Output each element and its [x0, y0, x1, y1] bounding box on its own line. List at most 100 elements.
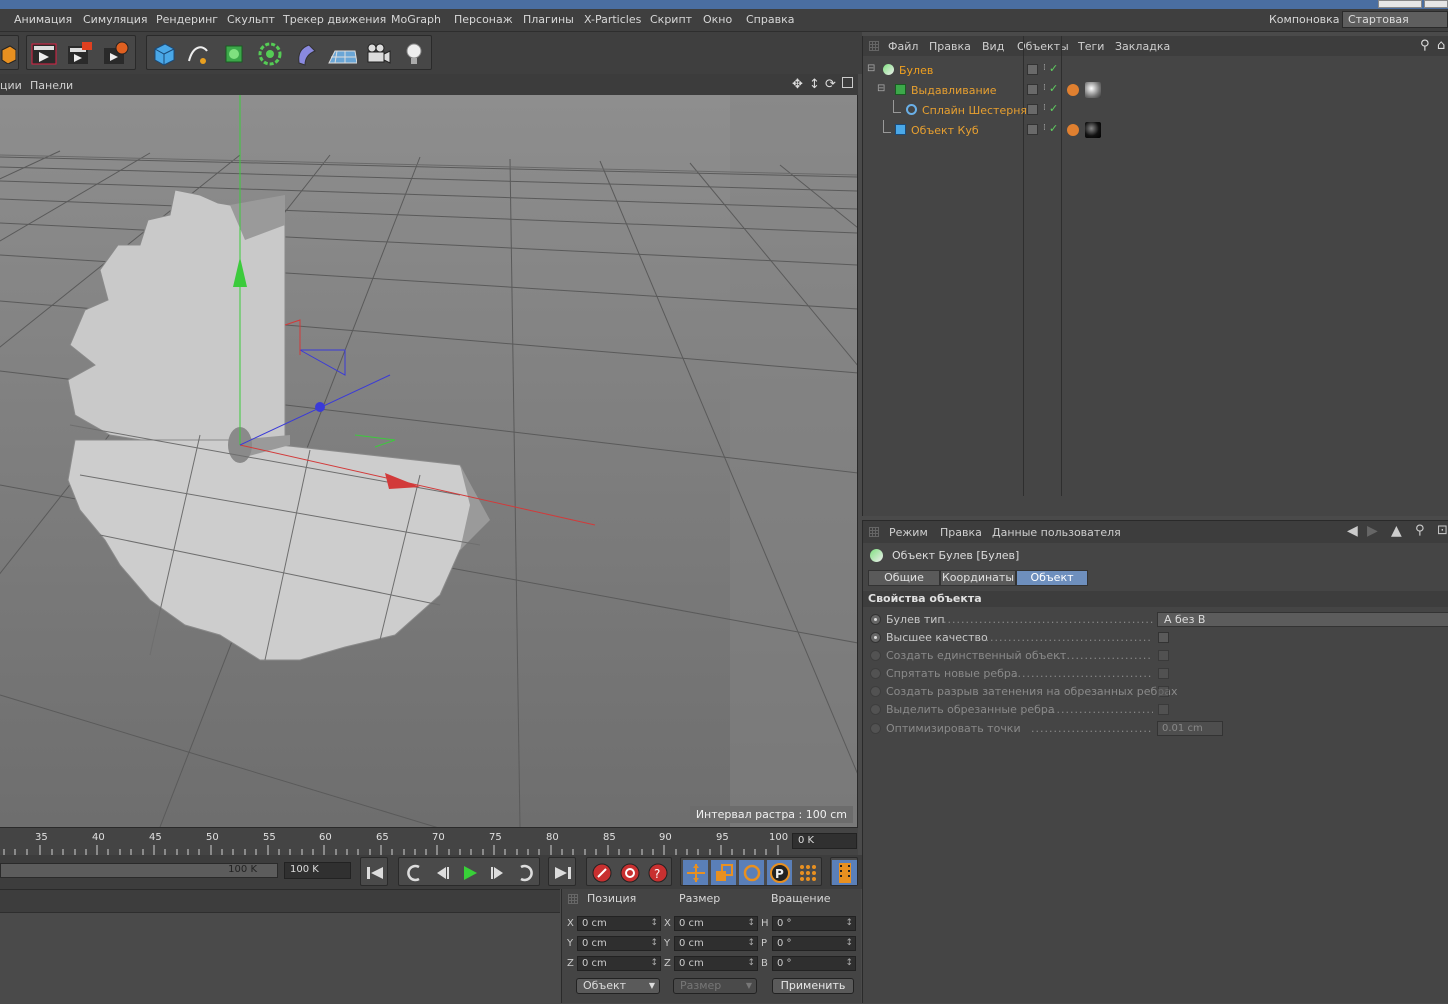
animate-radio-icon[interactable]: [870, 723, 881, 734]
render-view-icon[interactable]: [29, 39, 59, 69]
om-menu-view[interactable]: Вид: [982, 40, 1004, 53]
viewport-move-icon[interactable]: ✥: [792, 77, 803, 92]
key-scale-icon[interactable]: [711, 860, 736, 885]
om-menu-bookmarks[interactable]: Закладка: [1115, 40, 1170, 53]
home-icon[interactable]: ⌂: [1437, 38, 1445, 53]
tree-collapse-icon[interactable]: ⊟: [867, 63, 875, 74]
coord-size-select[interactable]: Размер ▼: [673, 978, 757, 994]
preview-range-slider[interactable]: 100 K: [0, 863, 278, 878]
position-z-field[interactable]: 0 cm: [577, 956, 661, 971]
panel-grip-icon[interactable]: [869, 527, 879, 537]
menu-animation[interactable]: Анимация: [14, 13, 72, 26]
lock-icon[interactable]: ⊡: [1437, 523, 1448, 538]
record-active-icon[interactable]: [589, 860, 614, 885]
film-strip-icon[interactable]: [832, 860, 857, 885]
forward-arrow-icon[interactable]: ▶: [1367, 523, 1378, 539]
next-frame-icon[interactable]: [485, 860, 510, 885]
tab-coordinates[interactable]: Координаты: [940, 570, 1016, 586]
timeline-ruler[interactable]: 35 40 45 50 55 60 65 70 75 80 85 90 95 1…: [0, 827, 858, 855]
layout-select[interactable]: Стартовая: [1342, 11, 1448, 28]
enabled-check-icon[interactable]: ✓: [1049, 122, 1058, 135]
window-restore-button[interactable]: [1378, 0, 1422, 8]
animate-radio-icon[interactable]: [870, 650, 881, 661]
hide-new-edges-checkbox[interactable]: [1158, 668, 1169, 679]
visibility-toggle[interactable]: [1027, 84, 1038, 95]
viewport-zoom-icon[interactable]: ↕: [809, 77, 820, 92]
goto-start-icon[interactable]: [362, 860, 387, 885]
tree-collapse-icon[interactable]: ⊟: [877, 83, 885, 94]
position-y-field[interactable]: 0 cm: [577, 936, 661, 951]
tab-basic[interactable]: Общие: [868, 570, 940, 586]
am-menu-edit[interactable]: Правка: [940, 526, 982, 539]
tab-object[interactable]: Объект: [1016, 570, 1088, 586]
prev-frame-icon[interactable]: [429, 860, 454, 885]
viewport-rotate-icon[interactable]: ⟳: [825, 77, 836, 92]
floor-scene-icon[interactable]: [327, 39, 357, 69]
rotation-b-field[interactable]: 0 °: [772, 956, 856, 971]
next-key-icon[interactable]: [513, 860, 538, 885]
autokey-icon[interactable]: [617, 860, 642, 885]
om-menu-file[interactable]: Файл: [888, 40, 918, 53]
menu-motion-tracker[interactable]: Трекер движения: [283, 13, 386, 26]
spline-pen-icon[interactable]: [183, 39, 213, 69]
size-z-field[interactable]: 0 cm: [674, 956, 758, 971]
size-y-field[interactable]: 0 cm: [674, 936, 758, 951]
menu-script[interactable]: Скрипт: [650, 13, 692, 26]
current-frame-field[interactable]: 0 K: [792, 833, 857, 849]
select-cut-edges-checkbox[interactable]: [1158, 704, 1169, 715]
visibility-toggle[interactable]: [1027, 104, 1038, 115]
animate-radio-icon[interactable]: [870, 632, 881, 643]
viewport-maximize-icon[interactable]: [842, 77, 853, 88]
dots-icon[interactable]: ⁞: [1043, 63, 1046, 73]
search-icon[interactable]: ⚲: [1415, 523, 1425, 538]
menu-plugins[interactable]: Плагины: [523, 13, 574, 26]
mograph-cloner-icon[interactable]: [255, 39, 285, 69]
menu-help[interactable]: Справка: [746, 13, 794, 26]
visibility-toggle[interactable]: [1027, 64, 1038, 75]
om-menu-tags[interactable]: Теги: [1078, 40, 1104, 53]
tag-icon[interactable]: [1067, 124, 1079, 136]
max-frame-field[interactable]: 100 K: [284, 862, 351, 879]
search-icon[interactable]: ⚲: [1420, 38, 1430, 53]
boolean-type-select[interactable]: A без B: [1157, 612, 1448, 627]
object-row-boole[interactable]: ⊟ Булев ⁞ ✓: [863, 60, 1448, 80]
cube-primitive-icon[interactable]: [149, 39, 179, 69]
create-single-object-checkbox[interactable]: [1158, 650, 1169, 661]
position-x-field[interactable]: 0 cm: [577, 916, 661, 931]
panel-grip-icon[interactable]: [869, 41, 879, 51]
camera-icon[interactable]: [363, 39, 393, 69]
panel-grip-icon[interactable]: [568, 894, 578, 904]
up-arrow-icon[interactable]: ▲: [1391, 523, 1402, 539]
high-quality-checkbox[interactable]: [1158, 632, 1169, 643]
dots-icon[interactable]: ⁞: [1043, 123, 1046, 133]
3d-viewport[interactable]: Интервал растра : 100 cm: [0, 95, 858, 827]
dots-icon[interactable]: ⁞: [1043, 83, 1046, 93]
rotation-h-field[interactable]: 0 °: [772, 916, 856, 931]
key-rotation-icon[interactable]: [739, 860, 764, 885]
am-menu-mode[interactable]: Режим: [889, 526, 928, 539]
enabled-check-icon[interactable]: ✓: [1049, 102, 1058, 115]
menu-simulation[interactable]: Симуляция: [83, 13, 148, 26]
key-parameter-icon[interactable]: P: [767, 860, 792, 885]
tag-icon[interactable]: [1067, 84, 1079, 96]
menu-render[interactable]: Рендеринг: [156, 13, 218, 26]
key-position-icon[interactable]: [683, 860, 708, 885]
deformer-bend-icon[interactable]: [291, 39, 321, 69]
menu-window[interactable]: Окно: [703, 13, 732, 26]
nurbs-subdivision-icon[interactable]: [219, 39, 249, 69]
rotation-p-field[interactable]: 0 °: [772, 936, 856, 951]
break-phong-checkbox[interactable]: [1158, 686, 1169, 697]
window-close-button[interactable]: [1424, 0, 1448, 8]
render-settings-icon[interactable]: [101, 39, 131, 69]
size-x-field[interactable]: 0 cm: [674, 916, 758, 931]
animate-radio-icon[interactable]: [870, 668, 881, 679]
menu-mograph[interactable]: MoGraph: [391, 13, 441, 26]
object-row-extrude[interactable]: ⊟ Выдавливание ⁞ ✓: [863, 80, 1448, 100]
coord-mode-select[interactable]: Объект ▼: [576, 978, 660, 994]
object-row-cube[interactable]: Объект Куб ⁞ ✓: [863, 120, 1448, 140]
material-tag-icon[interactable]: [1085, 122, 1101, 138]
key-point-level-icon[interactable]: [795, 860, 820, 885]
viewport-menu-panels[interactable]: Панели: [30, 79, 73, 92]
menu-xparticles[interactable]: X-Particles: [584, 13, 641, 26]
animate-radio-icon[interactable]: [870, 686, 881, 697]
